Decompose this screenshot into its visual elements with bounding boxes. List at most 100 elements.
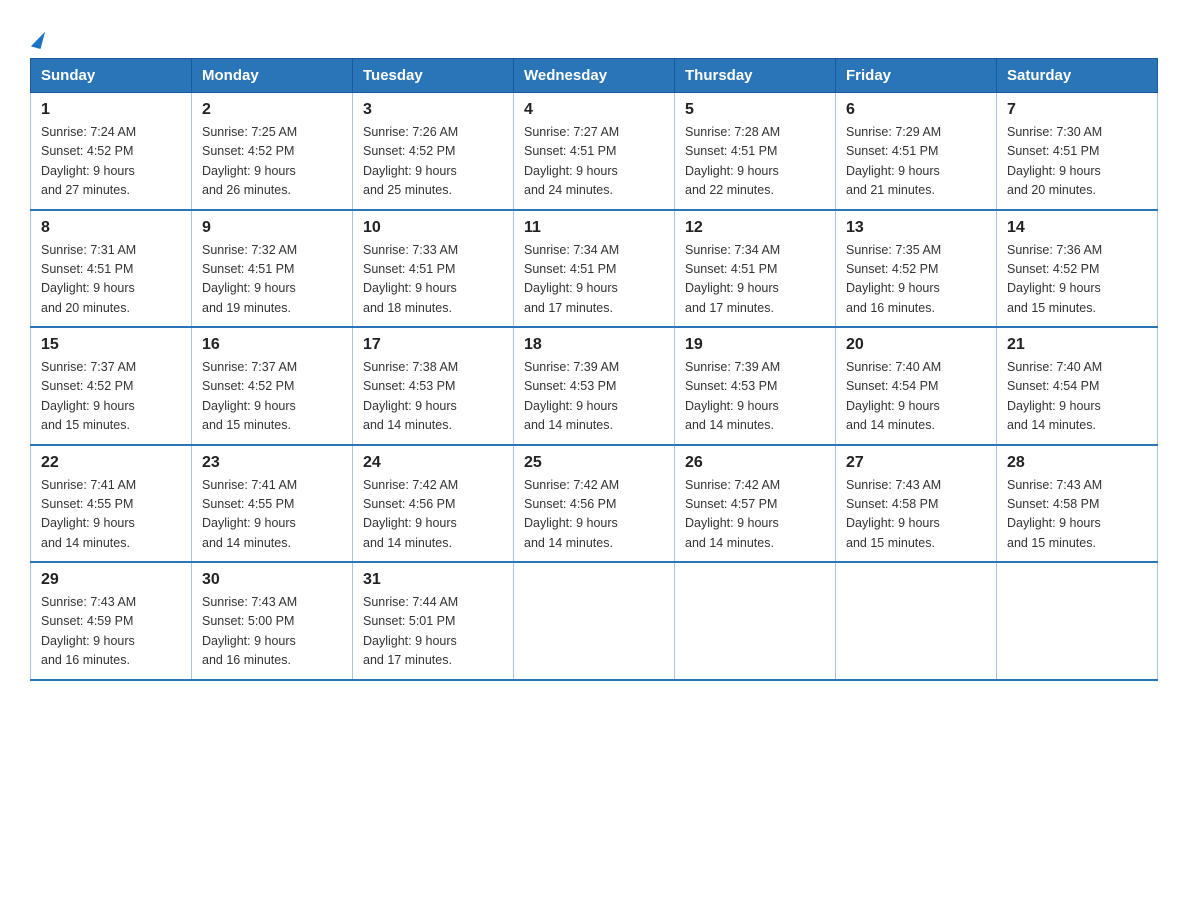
day-number: 9 — [202, 219, 342, 237]
calendar-cell: 21 Sunrise: 7:40 AM Sunset: 4:54 PM Dayl… — [997, 327, 1158, 445]
calendar-week-row-1: 1 Sunrise: 7:24 AM Sunset: 4:52 PM Dayli… — [31, 93, 1158, 210]
day-info: Sunrise: 7:28 AM Sunset: 4:51 PM Dayligh… — [685, 123, 825, 201]
calendar-cell: 12 Sunrise: 7:34 AM Sunset: 4:51 PM Dayl… — [675, 210, 836, 328]
calendar-week-row-5: 29 Sunrise: 7:43 AM Sunset: 4:59 PM Dayl… — [31, 562, 1158, 680]
calendar-cell: 30 Sunrise: 7:43 AM Sunset: 5:00 PM Dayl… — [192, 562, 353, 680]
calendar-cell: 14 Sunrise: 7:36 AM Sunset: 4:52 PM Dayl… — [997, 210, 1158, 328]
day-info: Sunrise: 7:31 AM Sunset: 4:51 PM Dayligh… — [41, 241, 181, 319]
calendar-cell — [514, 562, 675, 680]
weekday-header-sunday: Sunday — [31, 59, 192, 93]
calendar-cell: 1 Sunrise: 7:24 AM Sunset: 4:52 PM Dayli… — [31, 93, 192, 210]
calendar-cell: 16 Sunrise: 7:37 AM Sunset: 4:52 PM Dayl… — [192, 327, 353, 445]
day-info: Sunrise: 7:29 AM Sunset: 4:51 PM Dayligh… — [846, 123, 986, 201]
calendar-cell: 3 Sunrise: 7:26 AM Sunset: 4:52 PM Dayli… — [353, 93, 514, 210]
calendar-cell — [675, 562, 836, 680]
weekday-header-friday: Friday — [836, 59, 997, 93]
calendar-cell: 9 Sunrise: 7:32 AM Sunset: 4:51 PM Dayli… — [192, 210, 353, 328]
calendar-cell: 25 Sunrise: 7:42 AM Sunset: 4:56 PM Dayl… — [514, 445, 675, 563]
day-number: 25 — [524, 454, 664, 472]
day-number: 10 — [363, 219, 503, 237]
day-number: 12 — [685, 219, 825, 237]
day-number: 30 — [202, 571, 342, 589]
day-info: Sunrise: 7:26 AM Sunset: 4:52 PM Dayligh… — [363, 123, 503, 201]
calendar-cell: 13 Sunrise: 7:35 AM Sunset: 4:52 PM Dayl… — [836, 210, 997, 328]
calendar-cell: 2 Sunrise: 7:25 AM Sunset: 4:52 PM Dayli… — [192, 93, 353, 210]
day-number: 15 — [41, 336, 181, 354]
day-number: 19 — [685, 336, 825, 354]
calendar-cell: 10 Sunrise: 7:33 AM Sunset: 4:51 PM Dayl… — [353, 210, 514, 328]
calendar-cell: 15 Sunrise: 7:37 AM Sunset: 4:52 PM Dayl… — [31, 327, 192, 445]
weekday-header-monday: Monday — [192, 59, 353, 93]
calendar-cell: 23 Sunrise: 7:41 AM Sunset: 4:55 PM Dayl… — [192, 445, 353, 563]
day-number: 13 — [846, 219, 986, 237]
day-info: Sunrise: 7:32 AM Sunset: 4:51 PM Dayligh… — [202, 241, 342, 319]
calendar-cell: 24 Sunrise: 7:42 AM Sunset: 4:56 PM Dayl… — [353, 445, 514, 563]
day-info: Sunrise: 7:34 AM Sunset: 4:51 PM Dayligh… — [524, 241, 664, 319]
day-number: 8 — [41, 219, 181, 237]
day-number: 31 — [363, 571, 503, 589]
day-number: 20 — [846, 336, 986, 354]
day-number: 7 — [1007, 101, 1147, 119]
day-info: Sunrise: 7:25 AM Sunset: 4:52 PM Dayligh… — [202, 123, 342, 201]
day-number: 5 — [685, 101, 825, 119]
day-number: 3 — [363, 101, 503, 119]
day-info: Sunrise: 7:43 AM Sunset: 4:59 PM Dayligh… — [41, 593, 181, 671]
calendar-cell: 26 Sunrise: 7:42 AM Sunset: 4:57 PM Dayl… — [675, 445, 836, 563]
day-info: Sunrise: 7:39 AM Sunset: 4:53 PM Dayligh… — [685, 358, 825, 436]
day-number: 18 — [524, 336, 664, 354]
weekday-header-tuesday: Tuesday — [353, 59, 514, 93]
calendar-cell: 5 Sunrise: 7:28 AM Sunset: 4:51 PM Dayli… — [675, 93, 836, 210]
day-number: 6 — [846, 101, 986, 119]
day-info: Sunrise: 7:30 AM Sunset: 4:51 PM Dayligh… — [1007, 123, 1147, 201]
day-number: 11 — [524, 219, 664, 237]
day-info: Sunrise: 7:33 AM Sunset: 4:51 PM Dayligh… — [363, 241, 503, 319]
calendar-cell: 11 Sunrise: 7:34 AM Sunset: 4:51 PM Dayl… — [514, 210, 675, 328]
calendar-cell: 18 Sunrise: 7:39 AM Sunset: 4:53 PM Dayl… — [514, 327, 675, 445]
day-info: Sunrise: 7:27 AM Sunset: 4:51 PM Dayligh… — [524, 123, 664, 201]
day-number: 14 — [1007, 219, 1147, 237]
weekday-header-row: SundayMondayTuesdayWednesdayThursdayFrid… — [31, 59, 1158, 93]
calendar-cell: 31 Sunrise: 7:44 AM Sunset: 5:01 PM Dayl… — [353, 562, 514, 680]
logo-triangle-icon — [31, 29, 45, 49]
day-info: Sunrise: 7:41 AM Sunset: 4:55 PM Dayligh… — [41, 476, 181, 554]
day-info: Sunrise: 7:43 AM Sunset: 5:00 PM Dayligh… — [202, 593, 342, 671]
day-number: 22 — [41, 454, 181, 472]
calendar-cell: 22 Sunrise: 7:41 AM Sunset: 4:55 PM Dayl… — [31, 445, 192, 563]
day-number: 23 — [202, 454, 342, 472]
day-info: Sunrise: 7:36 AM Sunset: 4:52 PM Dayligh… — [1007, 241, 1147, 319]
day-info: Sunrise: 7:40 AM Sunset: 4:54 PM Dayligh… — [846, 358, 986, 436]
day-info: Sunrise: 7:34 AM Sunset: 4:51 PM Dayligh… — [685, 241, 825, 319]
day-number: 26 — [685, 454, 825, 472]
day-number: 21 — [1007, 336, 1147, 354]
calendar-cell: 28 Sunrise: 7:43 AM Sunset: 4:58 PM Dayl… — [997, 445, 1158, 563]
day-info: Sunrise: 7:38 AM Sunset: 4:53 PM Dayligh… — [363, 358, 503, 436]
calendar-week-row-3: 15 Sunrise: 7:37 AM Sunset: 4:52 PM Dayl… — [31, 327, 1158, 445]
calendar-cell: 4 Sunrise: 7:27 AM Sunset: 4:51 PM Dayli… — [514, 93, 675, 210]
day-info: Sunrise: 7:37 AM Sunset: 4:52 PM Dayligh… — [202, 358, 342, 436]
day-info: Sunrise: 7:40 AM Sunset: 4:54 PM Dayligh… — [1007, 358, 1147, 436]
weekday-header-saturday: Saturday — [997, 59, 1158, 93]
day-info: Sunrise: 7:43 AM Sunset: 4:58 PM Dayligh… — [1007, 476, 1147, 554]
day-number: 16 — [202, 336, 342, 354]
day-info: Sunrise: 7:43 AM Sunset: 4:58 PM Dayligh… — [846, 476, 986, 554]
day-info: Sunrise: 7:42 AM Sunset: 4:56 PM Dayligh… — [524, 476, 664, 554]
day-number: 24 — [363, 454, 503, 472]
day-info: Sunrise: 7:37 AM Sunset: 4:52 PM Dayligh… — [41, 358, 181, 436]
calendar-cell — [997, 562, 1158, 680]
day-info: Sunrise: 7:42 AM Sunset: 4:56 PM Dayligh… — [363, 476, 503, 554]
day-number: 28 — [1007, 454, 1147, 472]
weekday-header-thursday: Thursday — [675, 59, 836, 93]
day-info: Sunrise: 7:35 AM Sunset: 4:52 PM Dayligh… — [846, 241, 986, 319]
calendar-table: SundayMondayTuesdayWednesdayThursdayFrid… — [30, 58, 1158, 681]
day-info: Sunrise: 7:41 AM Sunset: 4:55 PM Dayligh… — [202, 476, 342, 554]
day-info: Sunrise: 7:39 AM Sunset: 4:53 PM Dayligh… — [524, 358, 664, 436]
calendar-cell: 29 Sunrise: 7:43 AM Sunset: 4:59 PM Dayl… — [31, 562, 192, 680]
calendar-cell: 6 Sunrise: 7:29 AM Sunset: 4:51 PM Dayli… — [836, 93, 997, 210]
day-info: Sunrise: 7:24 AM Sunset: 4:52 PM Dayligh… — [41, 123, 181, 201]
calendar-week-row-2: 8 Sunrise: 7:31 AM Sunset: 4:51 PM Dayli… — [31, 210, 1158, 328]
calendar-cell: 20 Sunrise: 7:40 AM Sunset: 4:54 PM Dayl… — [836, 327, 997, 445]
day-number: 27 — [846, 454, 986, 472]
day-info: Sunrise: 7:44 AM Sunset: 5:01 PM Dayligh… — [363, 593, 503, 671]
calendar-week-row-4: 22 Sunrise: 7:41 AM Sunset: 4:55 PM Dayl… — [31, 445, 1158, 563]
weekday-header-wednesday: Wednesday — [514, 59, 675, 93]
